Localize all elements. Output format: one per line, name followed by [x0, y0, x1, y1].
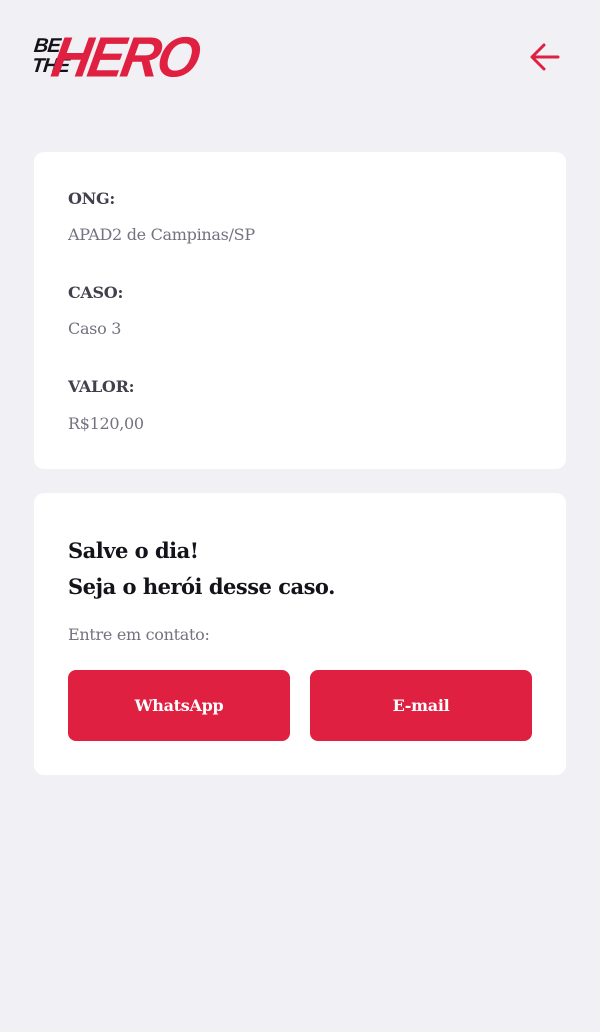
ong-label: ONG: [68, 189, 115, 208]
be-the-hero-logo: BE THE HERO [31, 26, 203, 89]
value-label: VALOR: [68, 377, 135, 396]
contact-title-line2: Seja o herói desse caso. [68, 574, 335, 599]
contact-subtitle: Entre em contato: [68, 625, 210, 644]
contact-title: Salve o dia! Seja o herói desse caso. [68, 533, 335, 605]
contact-title-line1: Salve o dia! [68, 538, 199, 563]
arrow-left-icon [530, 43, 560, 71]
contact-card: Salve o dia! Seja o herói desse caso. En… [34, 493, 566, 775]
back-button[interactable] [526, 38, 564, 76]
whatsapp-button[interactable]: WhatsApp [68, 670, 290, 741]
value-value: R$120,00 [68, 414, 144, 433]
email-button[interactable]: E-mail [310, 670, 532, 741]
case-value: Caso 3 [68, 319, 122, 338]
ong-value: APAD2 de Campinas/SP [68, 225, 255, 244]
incident-card: ONG: APAD2 de Campinas/SP CASO: Caso 3 V… [34, 152, 566, 469]
header: BE THE HERO [0, 0, 600, 120]
logo-hero-text: HERO [47, 25, 203, 89]
case-label: CASO: [68, 283, 124, 302]
